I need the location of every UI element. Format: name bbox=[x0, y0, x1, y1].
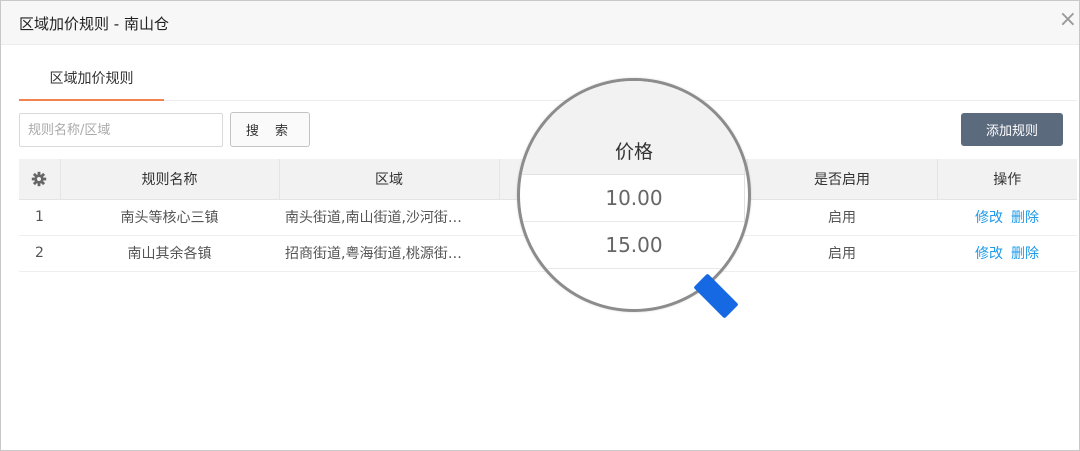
enabled-column-header: 是否启用 bbox=[747, 159, 938, 200]
delete-link[interactable]: 删除 bbox=[1011, 246, 1039, 262]
dialog-title: 区域加价规则 - 南山仓 bbox=[19, 15, 169, 33]
row-rule-name: 南山其余各镇 bbox=[60, 235, 279, 272]
add-rule-button[interactable]: 添加规则 bbox=[961, 113, 1063, 146]
magnifier-price-value: 10.00 bbox=[520, 175, 748, 222]
edit-link[interactable]: 修改 bbox=[975, 210, 1003, 226]
row-index: 1 bbox=[19, 199, 60, 236]
magnifier-lens: 价格 10.00 15.00 bbox=[517, 78, 751, 312]
settings-column-header[interactable] bbox=[19, 159, 61, 200]
row-actions: 修改 删除 bbox=[937, 235, 1077, 272]
area-column-header: 区域 bbox=[279, 159, 500, 200]
magnifier-price-header: 价格 bbox=[520, 81, 748, 175]
dialog: 区域加价规则 - 南山仓 × 区域加价规则 搜 索 添加规则 bbox=[0, 0, 1080, 451]
magnifier-price-label: 价格 bbox=[614, 141, 653, 163]
delete-link[interactable]: 删除 bbox=[1011, 210, 1039, 226]
row-rule-name: 南头等核心三镇 bbox=[60, 199, 279, 236]
actions-column-header: 操作 bbox=[937, 159, 1077, 200]
close-icon[interactable]: × bbox=[1059, 8, 1077, 32]
row-index: 2 bbox=[19, 235, 60, 272]
row-enabled-status: 启用 bbox=[747, 199, 937, 236]
gear-icon bbox=[32, 171, 47, 186]
row-actions: 修改 删除 bbox=[937, 199, 1077, 236]
search-button[interactable]: 搜 索 bbox=[230, 112, 310, 147]
dialog-titlebar: 区域加价规则 - 南山仓 × bbox=[1, 1, 1079, 45]
row-area: 招商街道,粤海街道,桃源街… bbox=[279, 235, 499, 272]
row-enabled-status: 启用 bbox=[747, 235, 937, 272]
rule-name-column-header: 规则名称 bbox=[60, 159, 280, 200]
magnifier-column-divider bbox=[744, 81, 745, 309]
row-area: 南头街道,南山街道,沙河街… bbox=[279, 199, 499, 236]
magnifier-price-value: 15.00 bbox=[520, 222, 748, 269]
search-input[interactable] bbox=[19, 113, 223, 147]
tab-area-markup-rules[interactable]: 区域加价规则 bbox=[19, 59, 164, 101]
magnifier-handle-icon bbox=[693, 273, 739, 319]
edit-link[interactable]: 修改 bbox=[975, 246, 1003, 262]
